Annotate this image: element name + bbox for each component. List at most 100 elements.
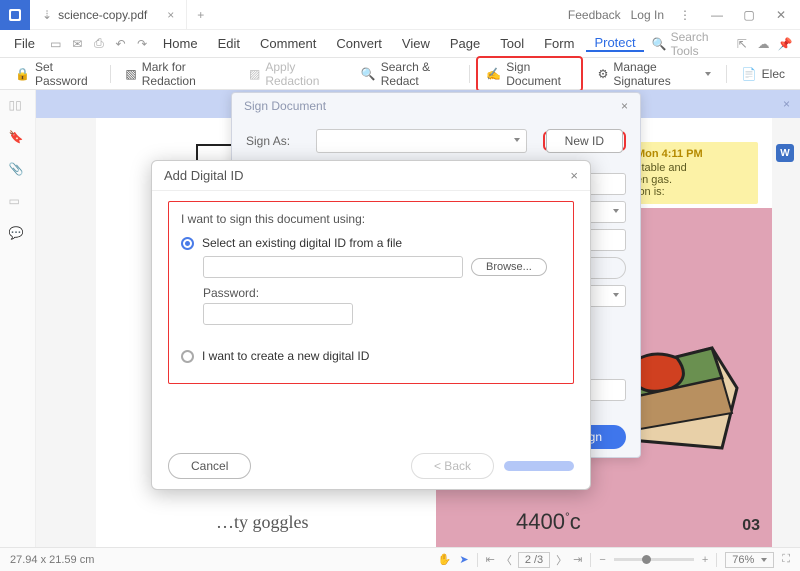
temperature-value: 4400°c [516, 509, 581, 535]
password-label: Password: [203, 286, 561, 300]
title-right: Feedback Log In ⋮ — ▢ ✕ [568, 8, 800, 22]
word-export-icon[interactable]: W [776, 144, 794, 162]
radio-new-id[interactable]: I want to create a new digital ID [181, 349, 561, 363]
zoom-slider[interactable] [614, 558, 694, 561]
cancel-button[interactable]: Cancel [168, 453, 251, 479]
id-file-input[interactable] [203, 256, 463, 278]
elec-button[interactable]: 📄 Elec [733, 63, 794, 85]
add-dialog-close-icon[interactable]: × [570, 168, 578, 183]
content-text: …ty goggles [216, 512, 309, 533]
mail-icon[interactable]: ✉ [69, 37, 87, 51]
fit-page-icon[interactable]: ⛶ [782, 553, 790, 566]
zoom-in-icon[interactable]: + [702, 554, 708, 566]
menu-edit[interactable]: Edit [210, 36, 248, 51]
menu-home[interactable]: Home [155, 36, 206, 51]
id-options-group: I want to sign this document using: Sele… [168, 201, 574, 384]
hand-tool-icon[interactable]: ✋ [438, 553, 452, 566]
page-navigation: ⇤ 〈 2 /3 〉 ⇥ [486, 552, 583, 568]
undo-icon[interactable]: ↶ [112, 37, 130, 51]
first-page-icon[interactable]: ⇤ [486, 553, 495, 566]
set-password-button[interactable]: 🔒 Set Password [6, 56, 104, 92]
sign-document-button[interactable]: ✍ Sign Document [476, 56, 582, 92]
document-canvas: This document contains interactive form … [36, 90, 800, 547]
menu-protect[interactable]: Protect [586, 35, 643, 52]
zoom-percent[interactable]: 76% [725, 552, 774, 568]
page-dimensions: 27.94 x 21.59 cm [10, 554, 94, 566]
next-button[interactable] [504, 461, 574, 471]
select-tool-icon[interactable]: ➤ [459, 553, 468, 566]
password-input[interactable] [203, 303, 353, 325]
radio-existing-id[interactable]: Select an existing digital ID from a fil… [181, 236, 561, 250]
zoom-out-icon[interactable]: − [599, 554, 605, 566]
sticky-note: Mon 4:11 PM stable and en gas. ion is: [628, 142, 758, 204]
redaction-icon: ▧ [125, 67, 136, 81]
radio-new-label: I want to create a new digital ID [202, 349, 369, 363]
page-panel-icon[interactable]: ▭ [9, 194, 27, 212]
app-logo [0, 0, 30, 30]
thumbnail-icon[interactable]: ▯▯ [9, 98, 27, 116]
right-gutter: W [772, 118, 800, 547]
menu-tool[interactable]: Tool [492, 36, 532, 51]
menu-form[interactable]: Form [536, 36, 582, 51]
close-button[interactable]: ✕ [770, 8, 792, 22]
new-tab-button[interactable]: + [187, 8, 214, 22]
apply-redaction-button: ▨ Apply Redaction [240, 56, 346, 92]
menu-file[interactable]: File [6, 36, 43, 51]
protect-toolbar: 🔒 Set Password ▧ Mark for Redaction ▨ Ap… [0, 58, 800, 90]
sign-prompt: I want to sign this document using: [181, 212, 561, 226]
bookmark-icon: ⇣ [42, 8, 52, 22]
page-number-label: 03 [742, 517, 760, 535]
pin-icon[interactable]: 📌 [776, 37, 794, 51]
attachment-icon[interactable]: 📎 [9, 162, 27, 180]
print-icon[interactable]: ⎙ [90, 36, 108, 51]
radio-existing-label: Select an existing digital ID from a fil… [202, 236, 402, 250]
radio-unchecked-icon [181, 350, 194, 363]
more-icon[interactable]: ⋮ [674, 8, 696, 22]
menu-bar: File ▭ ✉ ⎙ ↶ ↷ Home Edit Comment Convert… [0, 30, 800, 58]
add-dialog-title: Add Digital ID [164, 168, 243, 183]
apply-redaction-icon: ▨ [249, 67, 260, 81]
document-tab[interactable]: ⇣ science-copy.pdf × [30, 0, 187, 29]
sign-dialog-close-icon[interactable]: × [621, 99, 628, 113]
title-bar: ⇣ science-copy.pdf × + Feedback Log In ⋮… [0, 0, 800, 30]
radio-checked-icon [181, 237, 194, 250]
search-redact-button[interactable]: 🔍 Search & Redact [352, 56, 464, 92]
cloud-icon[interactable]: ☁ [755, 37, 773, 51]
redo-icon[interactable]: ↷ [133, 37, 151, 51]
menu-page[interactable]: Page [442, 36, 488, 51]
search-tools[interactable]: 🔍 Search Tools [652, 30, 730, 58]
notice-close-icon[interactable]: × [783, 97, 790, 111]
search-icon: 🔍 [652, 37, 667, 51]
tab-close-icon[interactable]: × [167, 8, 174, 22]
add-digital-id-dialog: Add Digital ID × I want to sign this doc… [151, 160, 591, 490]
open-icon[interactable]: ▭ [47, 37, 65, 51]
mark-redaction-button[interactable]: ▧ Mark for Redaction [116, 56, 234, 92]
last-page-icon[interactable]: ⇥ [573, 553, 582, 566]
manage-signatures-button[interactable]: ⚙ Manage Signatures [589, 56, 720, 92]
feedback-link[interactable]: Feedback [568, 8, 621, 22]
elec-icon: 📄 [742, 67, 757, 81]
menu-convert[interactable]: Convert [328, 36, 390, 51]
maximize-button[interactable]: ▢ [738, 8, 760, 22]
new-id-button[interactable]: New ID [546, 129, 623, 153]
page-indicator[interactable]: 2 /3 [518, 552, 550, 568]
status-bar: 27.94 x 21.59 cm ✋ ➤ ⇤ 〈 2 /3 〉 ⇥ − + 76… [0, 547, 800, 571]
sign-as-select[interactable] [316, 129, 527, 153]
sign-as-label: Sign As: [246, 134, 306, 148]
share-icon[interactable]: ⇱ [733, 37, 751, 51]
back-button[interactable]: < Back [411, 453, 494, 479]
comment-panel-icon[interactable]: 💬 [9, 226, 27, 244]
menu-view[interactable]: View [394, 36, 438, 51]
left-sidebar: ▯▯ 🔖 📎 ▭ 💬 [0, 90, 36, 547]
minimize-button[interactable]: — [706, 8, 728, 22]
tab-title: science-copy.pdf [58, 8, 147, 22]
prev-page-icon[interactable]: 〈 [501, 552, 512, 568]
bookmark-panel-icon[interactable]: 🔖 [9, 130, 27, 148]
signatures-icon: ⚙ [598, 67, 609, 81]
next-page-icon[interactable]: 〉 [556, 552, 567, 568]
login-link[interactable]: Log In [631, 8, 664, 22]
sign-icon: ✍ [486, 67, 501, 81]
browse-button[interactable]: Browse... [471, 258, 547, 276]
menu-comment[interactable]: Comment [252, 36, 324, 51]
main-area: ▯▯ 🔖 📎 ▭ 💬 This document contains intera… [0, 90, 800, 547]
